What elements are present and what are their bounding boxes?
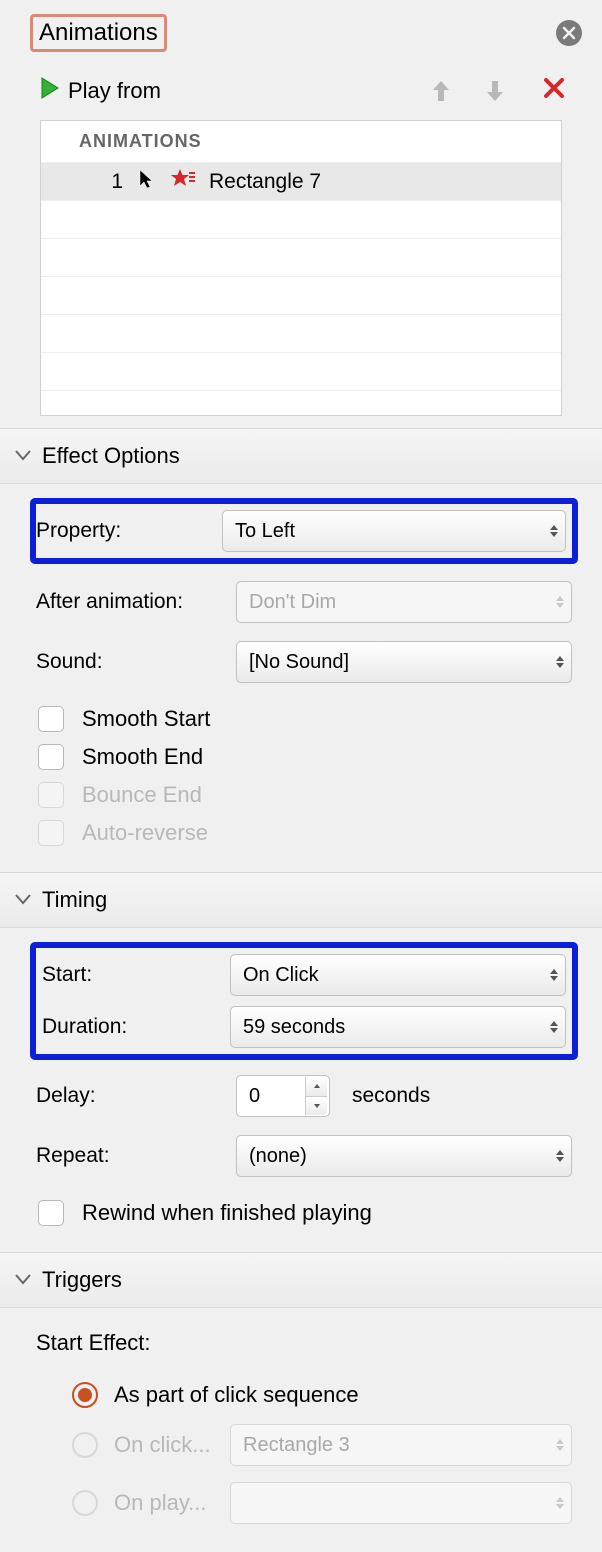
on-play-select <box>230 1482 572 1524</box>
sound-value: [No Sound] <box>249 651 349 674</box>
arrow-up-icon <box>429 78 453 104</box>
empty-row <box>41 391 561 415</box>
bounce-end-checkbox <box>38 782 64 808</box>
delete-button[interactable] <box>542 76 566 106</box>
play-from-button[interactable]: Play from <box>68 78 404 104</box>
close-button[interactable] <box>556 20 582 46</box>
delay-label: Delay: <box>36 1084 236 1108</box>
radio-on-play-label: On play... <box>114 1490 222 1516</box>
move-down-button[interactable] <box>478 78 512 104</box>
duration-label: Duration: <box>36 1015 230 1039</box>
bounce-end-label: Bounce End <box>82 782 202 808</box>
property-select[interactable]: To Left <box>222 510 566 552</box>
property-label: Property: <box>36 519 222 543</box>
rewind-checkbox[interactable] <box>38 1200 64 1226</box>
repeat-select[interactable]: (none) <box>236 1135 572 1177</box>
smooth-end-checkbox[interactable] <box>38 744 64 770</box>
radio-on-click-label: On click... <box>114 1432 222 1458</box>
delay-step-down[interactable] <box>305 1097 327 1116</box>
after-animation-value: Don't Dim <box>249 591 336 614</box>
chevron-down-icon <box>14 445 32 468</box>
section-title: Effect Options <box>42 443 180 469</box>
on-click-value: Rectangle 3 <box>243 1434 350 1457</box>
radio-as-part-label: As part of click sequence <box>114 1382 359 1408</box>
anim-index: 1 <box>83 170 123 194</box>
repeat-value: (none) <box>249 1145 307 1168</box>
star-icon <box>169 167 195 197</box>
close-icon <box>562 26 576 40</box>
repeat-label: Repeat: <box>36 1144 236 1168</box>
empty-row <box>41 353 561 391</box>
x-icon <box>542 76 566 100</box>
smooth-start-label: Smooth Start <box>82 706 210 732</box>
section-title: Timing <box>42 887 107 913</box>
smooth-end-label: Smooth End <box>82 744 203 770</box>
play-icon[interactable] <box>40 77 60 105</box>
empty-row <box>41 239 561 277</box>
radio-on-click <box>72 1432 98 1458</box>
rewind-label: Rewind when finished playing <box>82 1200 372 1226</box>
sound-label: Sound: <box>36 650 236 674</box>
after-animation-select: Don't Dim <box>236 581 572 623</box>
animations-list: ANIMATIONS 1 Rectangle 7 <box>40 120 562 416</box>
empty-row <box>41 277 561 315</box>
cursor-icon <box>137 168 155 196</box>
radio-as-part[interactable] <box>72 1382 98 1408</box>
empty-row <box>41 315 561 353</box>
delay-suffix: seconds <box>352 1084 430 1108</box>
panel-title: Animations <box>30 14 167 52</box>
auto-reverse-checkbox <box>38 820 64 846</box>
delay-step-up[interactable] <box>305 1077 327 1097</box>
animation-item[interactable]: 1 Rectangle 7 <box>41 163 561 201</box>
delay-value: 0 <box>249 1085 260 1108</box>
on-click-select: Rectangle 3 <box>230 1424 572 1466</box>
chevron-down-icon <box>14 1269 32 1292</box>
start-value: On Click <box>243 964 319 987</box>
anim-object-name: Rectangle 7 <box>209 170 321 194</box>
sound-select[interactable]: [No Sound] <box>236 641 572 683</box>
start-label: Start: <box>36 963 230 987</box>
triggers-header[interactable]: Triggers <box>0 1252 602 1308</box>
anim-list-header: ANIMATIONS <box>41 121 561 163</box>
move-up-button[interactable] <box>424 78 458 104</box>
timing-header[interactable]: Timing <box>0 872 602 928</box>
property-value: To Left <box>235 520 295 543</box>
arrow-down-icon <box>483 78 507 104</box>
smooth-start-checkbox[interactable] <box>38 706 64 732</box>
duration-value: 59 seconds <box>243 1016 345 1039</box>
chevron-down-icon <box>14 889 32 912</box>
section-title: Triggers <box>42 1267 122 1293</box>
radio-on-play <box>72 1490 98 1516</box>
start-select[interactable]: On Click <box>230 954 566 996</box>
duration-select[interactable]: 59 seconds <box>230 1006 566 1048</box>
empty-row <box>41 201 561 239</box>
auto-reverse-label: Auto-reverse <box>82 820 208 846</box>
effect-options-header[interactable]: Effect Options <box>0 428 602 484</box>
start-effect-label: Start Effect: <box>36 1330 572 1356</box>
delay-input[interactable]: 0 <box>236 1075 330 1117</box>
after-animation-label: After animation: <box>36 590 236 614</box>
